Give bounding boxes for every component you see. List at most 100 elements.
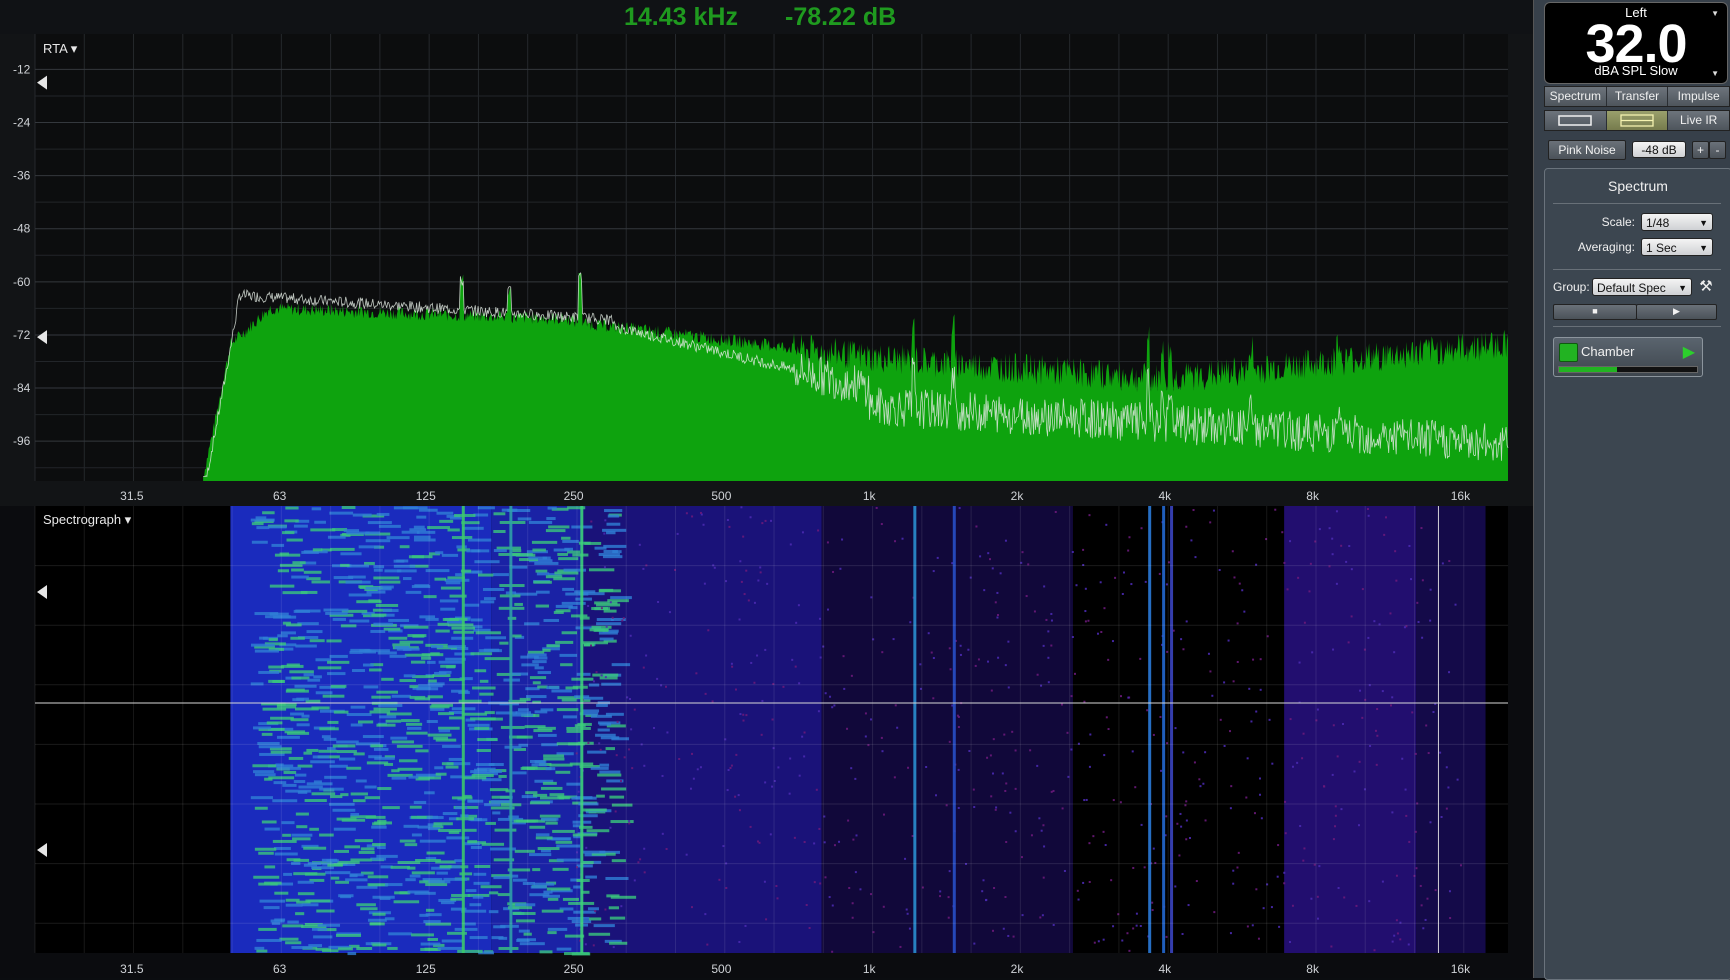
spectro-cell [411, 833, 422, 837]
generator-level-field[interactable]: -48 dB [1632, 141, 1686, 158]
spectro-cell [851, 916, 854, 919]
spectro-cell [1291, 765, 1294, 768]
spectro-cell [498, 946, 519, 950]
spectrograph-menu[interactable]: Spectrograph ▾ [43, 512, 131, 528]
spectro-cell [258, 851, 274, 855]
spectrograph-plot[interactable]: 31.5 63 125 250 500 1k 2k 4k 8k 16k [0, 506, 1533, 978]
spectro-cell [611, 616, 614, 619]
spectro-cell [1135, 912, 1138, 915]
spectro-cell [391, 740, 415, 744]
spectro-cell [539, 796, 564, 800]
spectro-cell [350, 723, 363, 727]
spectro-cell [282, 924, 304, 928]
stop-button[interactable]: ■ [1553, 304, 1637, 320]
y-tick-label: -96 [13, 434, 31, 448]
spectro-cell [315, 691, 333, 695]
spectro-cell [1385, 516, 1388, 519]
spectro-cell [1316, 895, 1319, 898]
scale-select[interactable]: 1/48 ▼ [1641, 213, 1713, 231]
spectro-cell [936, 556, 939, 559]
spectro-cell [1178, 854, 1181, 857]
spectro-cell [1007, 686, 1010, 689]
spectro-cell [1257, 937, 1260, 940]
spectro-cell [474, 864, 491, 868]
spectro-cell [607, 514, 620, 518]
tab-impulse[interactable]: Impulse [1668, 87, 1730, 106]
spectro-cell [1251, 924, 1254, 927]
spectro-cell [256, 949, 268, 953]
spectro-cell [392, 643, 411, 647]
spectro-cell [516, 735, 533, 739]
spectro-cell [442, 812, 458, 816]
spectro-cell [256, 526, 270, 530]
tab-spectrum[interactable]: Spectrum [1545, 87, 1607, 106]
level-increase-button[interactable]: + [1692, 141, 1709, 159]
averaging-select[interactable]: 1 Sec ▼ [1641, 238, 1713, 256]
spectro-cell [1311, 651, 1314, 654]
rta-plot[interactable]: -12 -24 -36 -48 -60 -72 -84 -96 31.5 63 125 250 500 1… [0, 34, 1533, 506]
spectro-cell [1128, 536, 1131, 539]
spectro-cell [1298, 661, 1301, 664]
spectro-cell [1193, 761, 1196, 764]
spectro-cell [445, 765, 459, 769]
spectro-cell [1071, 550, 1074, 553]
spectro-cell [350, 873, 364, 877]
spectro-cell [881, 651, 884, 654]
rta-menu[interactable]: RTA ▾ [43, 41, 77, 57]
spectro-cell [826, 541, 829, 544]
spectro-cell [517, 517, 532, 521]
meter-channel-dropdown-icon[interactable]: ▼ [1711, 9, 1719, 18]
spl-meter[interactable]: Left 32.0 dBA SPL Slow ▼ ▼ [1544, 2, 1728, 84]
spectro-cell [329, 654, 348, 658]
spectro-cell [1004, 539, 1007, 542]
spectro-cell [892, 638, 895, 641]
single-pane-button[interactable] [1545, 111, 1607, 130]
spectro-cell [620, 905, 623, 908]
measurement-play-icon[interactable]: ▶ [1683, 342, 1695, 362]
spectro-cell [451, 689, 469, 693]
spectro-cell [415, 749, 429, 753]
spectro-cell [276, 703, 297, 707]
spectro-cell [405, 590, 422, 594]
measurement-color-swatch[interactable] [1559, 343, 1578, 362]
pink-noise-button[interactable]: Pink Noise [1548, 140, 1626, 160]
spectro-cell [293, 780, 306, 784]
spectro-cell [313, 675, 322, 679]
level-decrease-button[interactable]: - [1709, 141, 1726, 159]
spectro-cell [561, 631, 578, 635]
measurement-item[interactable]: Chamber ▶ [1553, 337, 1703, 377]
spectro-cell [766, 582, 769, 585]
tools-icon[interactable]: ⚒ [1696, 277, 1716, 297]
spectro-cell [984, 899, 987, 902]
spectro-cell [403, 625, 429, 629]
spectro-cell [438, 729, 451, 733]
tab-transfer[interactable]: Transfer [1606, 87, 1669, 106]
spectro-cell [437, 946, 464, 950]
spectro-cell [1092, 835, 1095, 838]
spectro-band [1416, 506, 1486, 953]
spectro-cell [440, 607, 456, 611]
spectro-cell [273, 846, 291, 850]
spectro-cell [603, 532, 606, 535]
meter-mode-dropdown-icon[interactable]: ▼ [1711, 69, 1719, 78]
spectro-cell [1343, 896, 1346, 899]
spectro-cell [587, 750, 607, 754]
group-select[interactable]: Default Spec ▼ [1592, 278, 1692, 296]
live-ir-button[interactable]: Live IR [1668, 111, 1730, 130]
y-tick-label: -36 [13, 169, 31, 183]
spectro-cell [463, 776, 487, 780]
spectro-cell [347, 952, 357, 956]
spectro-cell [332, 617, 346, 621]
spectro-cell [500, 725, 525, 729]
spectro-cell [803, 841, 806, 844]
spectro-cell [1408, 544, 1411, 547]
spectro-cell [1331, 537, 1334, 540]
play-button[interactable]: ▶ [1636, 304, 1717, 320]
spectro-cell [438, 660, 464, 664]
spectro-cell [427, 733, 452, 737]
spectro-cell [1209, 670, 1212, 673]
spectro-cell [282, 783, 297, 787]
dual-pane-button[interactable] [1606, 111, 1669, 130]
spectro-cell [1449, 917, 1452, 920]
spectro-cell [590, 644, 593, 647]
